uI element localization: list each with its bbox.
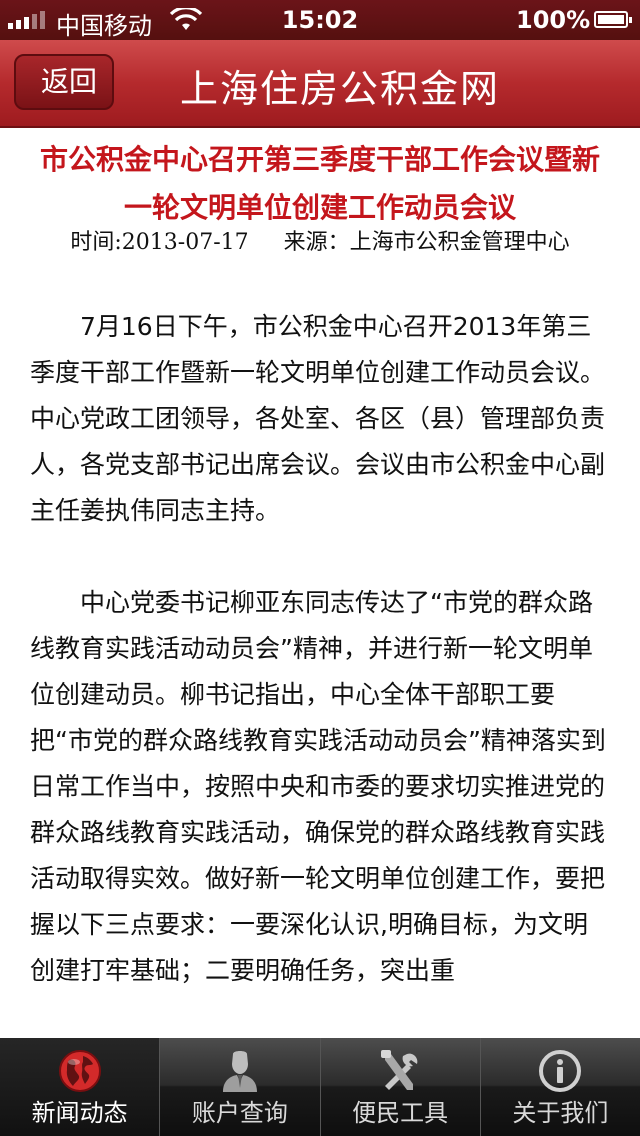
article-meta: 时间:2013-07-17 来源：上海市公积金管理中心 — [0, 224, 640, 256]
article-paragraph: 7月16日下午，市公积金中心召开2013年第三季度干部工作暨新一轮文明单位创建工… — [30, 312, 606, 525]
tab-label: 新闻动态 — [31, 1099, 128, 1127]
tab-tools[interactable]: 便民工具 — [319, 1038, 480, 1136]
article-paragraph: 中心党委书记柳亚东同志传达了“市党的群众路线教育实践活动动员会”精神，并进行新一… — [30, 588, 606, 985]
article-body[interactable]: 7月16日下午，市公积金中心召开2013年第三季度干部工作暨新一轮文明单位创建工… — [30, 304, 610, 1040]
article-date: 时间:2013-07-17 — [70, 230, 249, 255]
globe-icon — [58, 1050, 101, 1092]
navigation-bar: 返回 上海住房公积金网 — [0, 40, 640, 128]
tab-news[interactable]: 新闻动态 — [0, 1038, 160, 1136]
tab-label: 账户查询 — [191, 1099, 288, 1127]
tab-about[interactable]: 关于我们 — [479, 1038, 640, 1136]
tab-label: 关于我们 — [512, 1099, 609, 1127]
status-bar: 中国移动 15:02 100% — [0, 0, 640, 40]
article-title: 市公积金中心召开第三季度干部工作会议暨新一轮文明单位创建工作动员会议 — [39, 143, 600, 224]
user-icon — [222, 1051, 257, 1092]
tools-icon — [381, 1050, 418, 1090]
tab-bar: 新闻动态 账户查询 便民工具 关于我们 — [0, 1038, 640, 1136]
article-source: 来源：上海市公积金管理中心 — [283, 230, 570, 255]
battery-icon — [594, 11, 632, 28]
battery-percentage: 100% — [516, 6, 591, 34]
tab-account[interactable]: 账户查询 — [159, 1038, 319, 1136]
app-screen: 中国移动 15:02 100% 返回 上海住房公积金网 市公积金中心召开第三季度… — [0, 0, 640, 1136]
nav-title: 上海住房公积金网 — [179, 67, 500, 111]
tab-label: 便民工具 — [352, 1099, 449, 1127]
info-icon — [539, 1050, 582, 1092]
